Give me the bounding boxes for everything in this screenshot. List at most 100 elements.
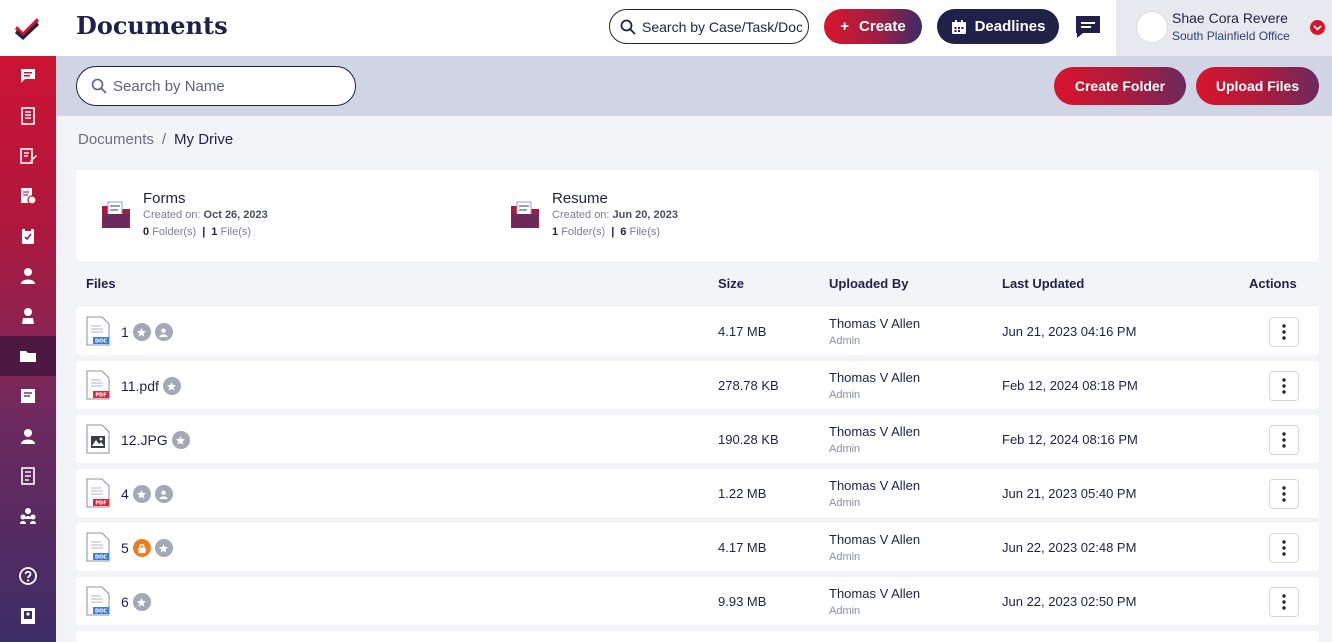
svg-text:PDF: PDF [95,393,106,399]
sidebar-item-users[interactable] [0,416,56,456]
table-row[interactable]: PDF 4 1.22 MB Thomas V Allen Admin Jun 21, 20… [76,469,1319,517]
table-row[interactable] [76,631,1319,642]
global-search-input[interactable] [642,18,802,35]
kebab-menu-icon [1282,594,1286,610]
breadcrumb: Documents / My Drive [78,131,233,148]
file-name[interactable]: 5 [121,539,173,557]
column-header-actions: Actions [1249,276,1297,291]
uploaded-by: Thomas V Allen [829,532,921,547]
deadlines-button[interactable]: Deadlines [937,9,1059,44]
kebab-menu-icon [1282,324,1286,340]
lock-icon [132,539,151,557]
uploader-role: Admin [829,443,861,455]
breadcrumb-root[interactable]: Documents [78,131,154,148]
edit-note-icon [20,148,37,164]
sidebar-item-billing[interactable] [0,176,56,216]
file-name[interactable]: 4 [121,485,173,503]
file-size: 4.17 MB [718,540,767,555]
name-search-input[interactable] [113,77,343,95]
name-search[interactable] [76,66,356,106]
chevron-down-icon[interactable] [1310,20,1325,35]
sidebar-item-clients[interactable] [0,296,56,336]
app-logo[interactable] [0,0,56,56]
file-size: 190.28 KB [718,432,779,447]
top-bar: Documents + Create Deadlines Shae Cora R… [56,0,1332,56]
sidebar-item-guide[interactable] [0,596,56,636]
create-button-label: Create [859,18,906,35]
row-actions-button[interactable] [1269,479,1299,509]
row-actions-button[interactable] [1269,587,1299,617]
column-header-uploaded-by[interactable]: Uploaded By [829,276,908,291]
sidebar-item-cases[interactable] [0,96,56,136]
table-row[interactable]: DOC 1 4.17 MB Thomas V Allen Admin Jun 21, 20… [76,307,1319,355]
search-icon [91,78,107,94]
uploaded-by: Thomas V Allen [829,424,921,439]
chat-button[interactable] [1074,14,1102,40]
last-updated: Feb 12, 2024 08:16 PM [1002,432,1138,447]
file-size: 1.22 MB [718,486,767,501]
folder-icon [102,201,130,228]
global-search[interactable] [609,9,809,44]
uploaded-by: Thomas V Allen [829,316,921,331]
sidebar-item-forms[interactable] [0,376,56,416]
folder-counts: 0 Folder(s) | 1 File(s) [143,226,252,238]
uploaded-by: Thomas V Allen [829,478,921,493]
shared-user-icon [154,485,173,503]
column-header-files[interactable]: Files [86,276,116,291]
create-button[interactable]: + Create [824,9,922,44]
sidebar-item-notes[interactable] [0,136,56,176]
table-row[interactable]: DOC 5 4.17 MB Thomas V Allen Admin Jun 22, 20… [76,523,1319,571]
table-row[interactable]: PDF 11.pdf 278.78 KB Thomas V Allen Admin Feb… [76,361,1319,409]
file-name[interactable]: 12.JPG [121,431,190,449]
kebab-menu-icon [1282,378,1286,394]
file-size: 4.17 MB [718,324,767,339]
account-icon [21,429,35,444]
svg-text:DOC: DOC [95,609,107,615]
table-row[interactable]: DOC 6 9.93 MB Thomas V Allen Admin Jun 22, 20… [76,577,1319,625]
row-actions-button[interactable] [1269,533,1299,563]
folder-icon [511,201,539,228]
svg-text:DOC: DOC [95,555,107,561]
shared-user-icon [154,323,173,341]
sidebar-item-help[interactable] [0,556,56,596]
sidebar-item-reports[interactable] [0,456,56,496]
create-folder-button[interactable]: Create Folder [1054,67,1186,105]
sidebar-item-messages[interactable] [0,56,56,96]
svg-text:DOC: DOC [95,339,107,345]
pdf-file-icon: PDF [86,478,110,508]
file-name[interactable]: 1 [121,323,173,341]
documents-toolbar: Create Folder Upload Files [56,56,1332,116]
book-icon [21,608,35,624]
row-actions-button[interactable] [1269,317,1299,347]
deadlines-button-label: Deadlines [974,18,1046,35]
sidebar-item-documents[interactable] [0,336,56,376]
sidebar [0,0,56,642]
file-name[interactable]: 11.pdf [121,377,181,395]
folder-icon [20,351,36,362]
uploaded-by: Thomas V Allen [829,370,921,385]
uploader-role: Admin [829,551,861,563]
user-menu[interactable]: Shae Cora Revere South Plainfield Office [1116,0,1332,56]
folder-name: Resume [552,190,608,207]
star-icon [171,431,190,449]
row-actions-button[interactable] [1269,371,1299,401]
upload-files-button[interactable]: Upload Files [1196,67,1319,105]
sidebar-item-tasks[interactable] [0,216,56,256]
last-updated: Jun 22, 2023 02:50 PM [1002,594,1137,609]
breadcrumb-separator: / [161,131,167,148]
column-header-last-updated[interactable]: Last Updated [1002,276,1084,291]
sidebar-item-team[interactable] [0,496,56,536]
uploaded-by: Thomas V Allen [829,586,921,601]
doc-file-icon: DOC [86,532,110,562]
sidebar-item-contacts[interactable] [0,256,56,296]
folder-created: Created on: Jun 20, 2023 [552,209,678,221]
star-icon [162,377,181,395]
doc-file-icon: DOC [86,316,110,346]
star-icon [132,485,151,503]
person-icon [22,308,34,324]
row-actions-button[interactable] [1269,425,1299,455]
team-icon [20,508,36,524]
file-name[interactable]: 6 [121,593,151,611]
column-header-size[interactable]: Size [718,276,744,291]
table-row[interactable]: 12.JPG 190.28 KB Thomas V Allen Admin Feb 12… [76,415,1319,463]
